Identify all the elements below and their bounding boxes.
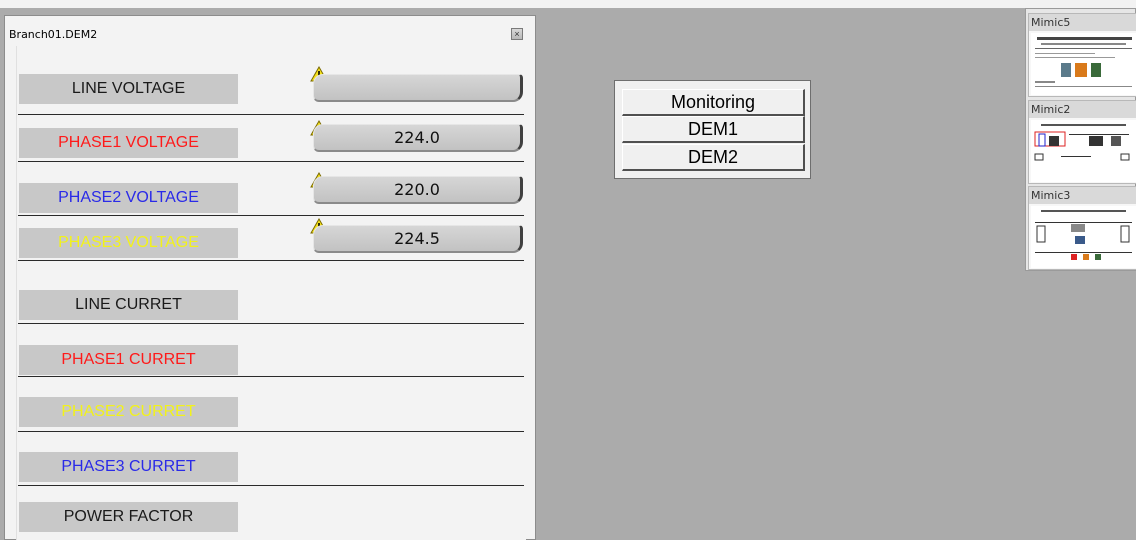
label-phase2-voltage: PHASE2 VOLTAGE: [19, 183, 238, 213]
row-divider: [18, 260, 524, 261]
label-power-factor: POWER FACTOR: [19, 502, 238, 532]
readings-panel: LINE VOLTAGE PHASE1 VOLTAGE 224.0 PHASE2…: [16, 46, 526, 540]
window-title-bar[interactable]: Branch01.DEM2 ×: [5, 16, 535, 48]
row-divider: [18, 161, 524, 162]
mimic-thumbnails-panel: Mimic5 Mimic2 Mimic3: [1025, 8, 1136, 271]
thumbnail-mimic3[interactable]: Mimic3: [1028, 186, 1136, 270]
monitoring-button[interactable]: Monitoring: [622, 89, 805, 116]
mimic-preview-image: [1031, 206, 1136, 268]
value-phase3-voltage: 224.5: [313, 225, 523, 253]
label-phase3-voltage: PHASE3 VOLTAGE: [19, 228, 238, 258]
value-line-voltage: [313, 74, 523, 102]
label-line-current: LINE CURRET: [19, 290, 238, 320]
value-phase1-voltage: 224.0: [313, 124, 523, 152]
row-divider: [18, 323, 524, 324]
value-phase2-voltage: 220.0: [313, 176, 523, 204]
mimic-preview-image: [1031, 33, 1136, 95]
label-phase1-voltage: PHASE1 VOLTAGE: [19, 128, 238, 158]
top-strip: [0, 0, 1136, 8]
row-divider: [18, 431, 524, 432]
dem1-button[interactable]: DEM1: [622, 116, 805, 143]
label-phase1-current: PHASE1 CURRET: [19, 345, 238, 375]
label-line-voltage: LINE VOLTAGE: [19, 74, 238, 104]
row-divider: [18, 485, 524, 486]
thumbnail-title: Mimic3: [1029, 187, 1136, 204]
label-phase2-current: PHASE2 CURRET: [19, 397, 238, 427]
thumbnail-mimic2[interactable]: Mimic2: [1028, 100, 1136, 184]
thumbnail-title: Mimic2: [1029, 101, 1136, 118]
branch-window: Branch01.DEM2 × LINE VOLTAGE PHASE1 VOLT…: [4, 15, 536, 540]
dem2-button[interactable]: DEM2: [622, 144, 805, 171]
label-phase3-current: PHASE3 CURRET: [19, 452, 238, 482]
window-title: Branch01.DEM2: [9, 28, 98, 41]
thumbnail-title: Mimic5: [1029, 14, 1136, 31]
mimic-preview-image: [1031, 120, 1136, 182]
thumbnail-mimic5[interactable]: Mimic5: [1028, 13, 1136, 97]
close-icon[interactable]: ×: [511, 28, 523, 40]
monitoring-panel: Monitoring DEM1 DEM2: [614, 80, 811, 179]
row-divider: [18, 114, 524, 115]
row-divider: [18, 215, 524, 216]
row-divider: [18, 376, 524, 377]
